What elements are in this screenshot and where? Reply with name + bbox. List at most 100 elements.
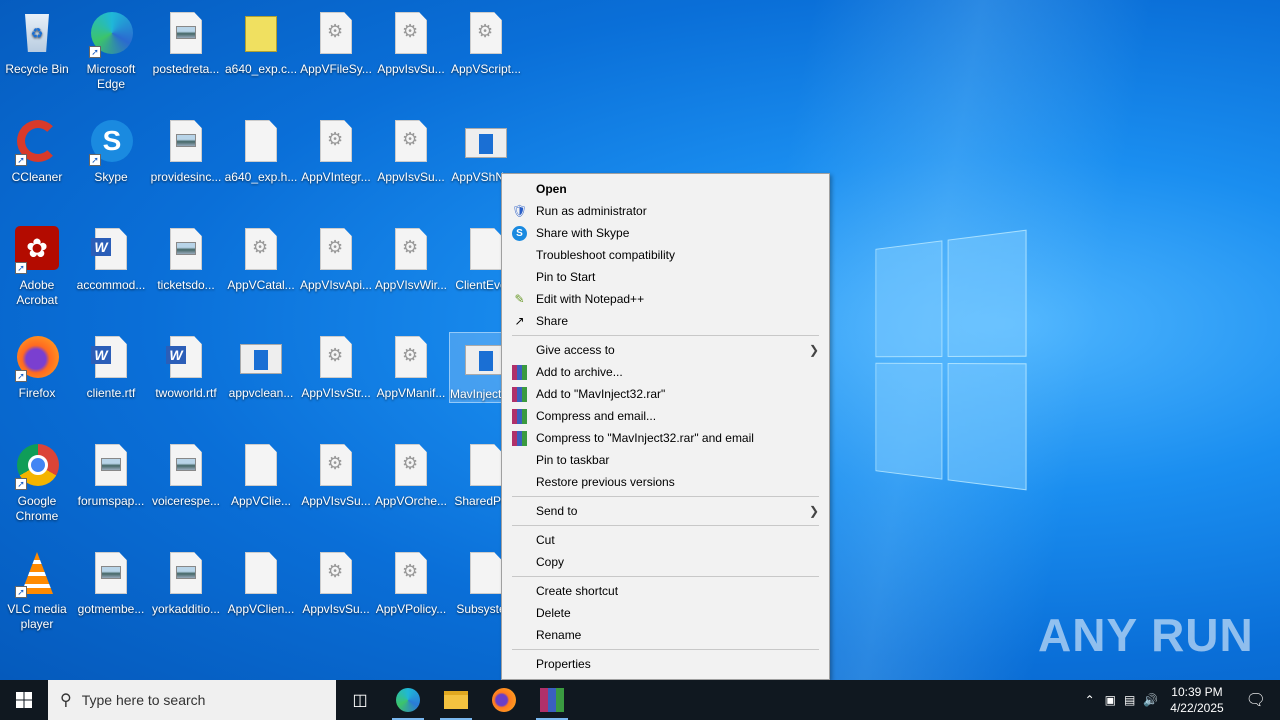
menu-item-label: Pin to Start [536,270,596,284]
task-view-icon: ◫ [352,692,368,709]
desktop-icon-ccleaner[interactable]: ➚ CCleaner [0,116,74,185]
desktop-icon-window[interactable]: appvclean... [224,332,298,401]
desktop-icon-image[interactable]: gotmembe... [74,548,148,617]
vlc-icon: ➚ [13,550,61,598]
chrome-icon: ➚ [13,442,61,490]
menu-item-label: Send to [536,504,578,518]
taskbar-firefox[interactable] [480,680,528,720]
menu-item-add-to-mavinject32-rar[interactable]: Add to "MavInject32.rar" [502,383,829,405]
camera-icon[interactable]: ▣ [1101,693,1120,707]
desktop-icon-gear[interactable]: ⚙ AppvIsvSu... [299,548,373,617]
show-hidden-icons-chevron-icon[interactable]: ⌃ [1079,693,1101,707]
image-icon [87,550,135,598]
desktop-icon-gear[interactable]: ⚙ AppVIsvApi... [299,224,373,293]
desktop-icon-word[interactable]: Wtwoworld.rtf [149,332,223,401]
desktop-icon-chrome[interactable]: ➚ Google Chrome [0,440,74,524]
menu-separator [512,576,819,577]
desktop-icon-image[interactable]: providesinc... [149,116,223,185]
desktop-icon-gear[interactable]: ⚙ AppVOrche... [374,440,448,509]
menu-item-rename[interactable]: Rename [502,624,829,646]
desktop-icon-skype[interactable]: S ➚ Skype [74,116,148,185]
menu-item-copy[interactable]: Copy [502,551,829,573]
desktop-icon-label: cliente.rtf [86,386,136,400]
desktop-icon-label: AppVOrche... [374,494,448,508]
desktop-icon-gear[interactable]: ⚙ AppVIsvSu... [299,440,373,509]
menu-item-create-shortcut[interactable]: Create shortcut [502,580,829,602]
menu-item-add-to-archive[interactable]: Add to archive... [502,361,829,383]
desktop-icon-gear[interactable]: ⚙ AppVManif... [374,332,448,401]
menu-item-label: Rename [536,628,582,642]
menu-item-properties[interactable]: Properties [502,653,829,675]
desktop-icon-cabinet[interactable]: a640_exp.c... [224,8,298,77]
menu-item-label: Troubleshoot compatibility [536,248,675,262]
menu-item-pin-to-taskbar[interactable]: Pin to taskbar [502,449,829,471]
desktop-icon-gear[interactable]: ⚙ AppVScript... [449,8,523,77]
menu-item-delete[interactable]: Delete [502,602,829,624]
menu-item-give-access-to[interactable]: Give access to ❯ [502,339,829,361]
network-icon[interactable]: ▤ [1120,693,1139,707]
desktop-icon-firefox[interactable]: ➚ Firefox [0,332,74,401]
desktop-icon-gear[interactable]: ⚙ AppVPolicy... [374,548,448,617]
menu-item-pin-to-start[interactable]: Pin to Start [502,266,829,288]
desktop-icon-gear[interactable]: ⚙ AppVIntegr... [299,116,373,185]
desktop-icon-gear[interactable]: ⚙ AppVIsvWir... [374,224,448,293]
desktop-icon-label: AppVManif... [376,386,446,400]
window-icon [462,118,510,166]
menu-separator [512,649,819,650]
desktop-icon-gear[interactable]: ⚙ AppVCatal... [224,224,298,293]
start-button[interactable] [0,680,48,720]
taskbar-file-explorer[interactable] [432,680,480,720]
desktop-icon-gear[interactable]: ⚙ AppVIsvStr... [299,332,373,401]
desktop-icon-recycle[interactable]: ♻ Recycle Bin [0,8,74,77]
menu-item-compress-to-mavinject32-rar-and-email[interactable]: Compress to "MavInject32.rar" and email [502,427,829,449]
menu-item-share-with-skype[interactable]: S Share with Skype [502,222,829,244]
menu-item-run-as-administrator[interactable]: 🛡 Run as administrator [502,200,829,222]
menu-item-edit-with-notepad[interactable]: ✎ Edit with Notepad++ [502,288,829,310]
desktop-icon-gear[interactable]: ⚙ AppVFileSy... [299,8,373,77]
taskbar-search-box[interactable]: ⚲ Type here to search [48,680,336,720]
desktop-icon-label: gotmembe... [77,602,145,616]
taskbar-winrar[interactable] [528,680,576,720]
taskbar-edge[interactable] [384,680,432,720]
desktop-icon-image[interactable]: voicerespe... [149,440,223,509]
desktop-icon-vlc[interactable]: ➚ VLC media player [0,548,74,632]
search-placeholder: Type here to search [81,692,206,708]
edge-icon: ➚ [87,10,135,58]
desktop-icon-label: Recycle Bin [5,62,69,76]
gear-icon: ⚙ [387,550,435,598]
desktop-icon-label: AppvIsvSu... [302,602,370,616]
notepadpp-icon: ✎ [514,292,525,306]
desktop-icon-image[interactable]: ticketsdo... [149,224,223,293]
desktop-icon-blank[interactable]: AppVClie... [224,440,298,509]
desktop-icon-gear[interactable]: ⚙ AppvIsvSu... [374,116,448,185]
menu-item-share[interactable]: ↗ Share [502,310,829,332]
desktop-icon-blank[interactable]: a640_exp.h... [224,116,298,185]
desktop-icon-image[interactable]: forumspap... [74,440,148,509]
volume-icon[interactable]: 🔊 [1139,693,1162,707]
desktop-icon-word[interactable]: Waccommod... [74,224,148,293]
menu-item-troubleshoot-compatibility[interactable]: Troubleshoot compatibility [502,244,829,266]
desktop-icon-gear[interactable]: ⚙ AppvIsvSu... [374,8,448,77]
desktop-icon-label: yorkadditio... [151,602,221,616]
desktop-icon-blank[interactable]: AppVClien... [224,548,298,617]
menu-item-label: Give access to [536,343,615,357]
gear-icon: ⚙ [312,442,360,490]
menu-item-open[interactable]: Open [502,178,829,200]
desktop-icon-word[interactable]: Wcliente.rtf [74,332,148,401]
winrar-icon [512,387,527,402]
notification-icon[interactable]: 🗨 [1232,690,1280,710]
desktop-icon-image[interactable]: postedreta... [149,8,223,77]
menu-item-cut[interactable]: Cut [502,529,829,551]
menu-item-send-to[interactable]: Send to ❯ [502,500,829,522]
gear-icon: ⚙ [387,118,435,166]
desktop-icon-image[interactable]: yorkadditio... [149,548,223,617]
recycle-icon: ♻ [13,10,61,58]
menu-item-compress-and-email[interactable]: Compress and email... [502,405,829,427]
clock[interactable]: 10:39 PM 4/22/2025 [1162,684,1231,716]
desktop-icon-acrobat[interactable]: ✿ ➚ Adobe Acrobat [0,224,74,308]
task-view-button[interactable]: ◫ [336,680,384,720]
desktop-icon-label: AppVClien... [227,602,295,616]
desktop-icon-label: AppVScript... [450,62,522,76]
menu-item-restore-previous-versions[interactable]: Restore previous versions [502,471,829,493]
desktop-icon-edge[interactable]: ➚ Microsoft Edge [74,8,148,92]
